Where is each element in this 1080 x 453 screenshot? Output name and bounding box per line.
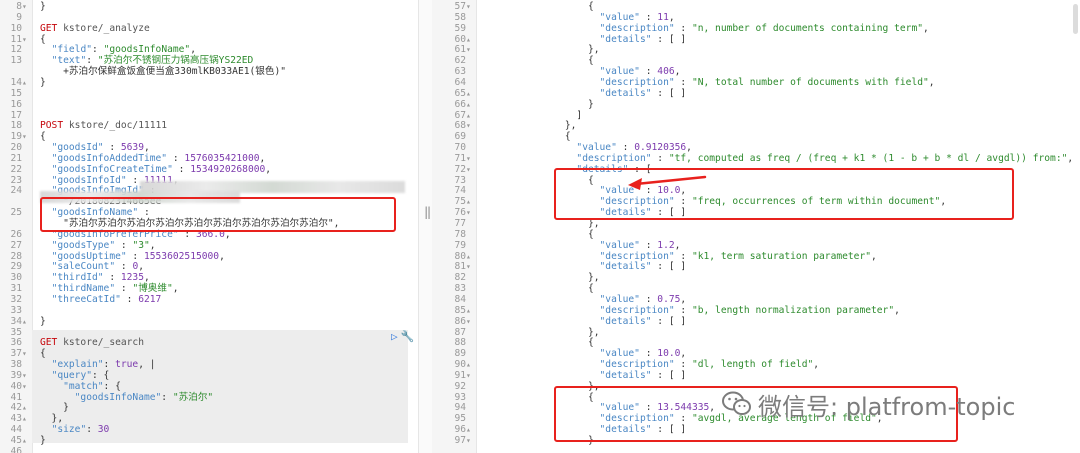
wechat-icon — [722, 391, 751, 415]
watermark: 微信号: platfrom-topic — [722, 386, 1015, 422]
watermark-label: 微信号: platfrom-topic — [758, 392, 1016, 421]
